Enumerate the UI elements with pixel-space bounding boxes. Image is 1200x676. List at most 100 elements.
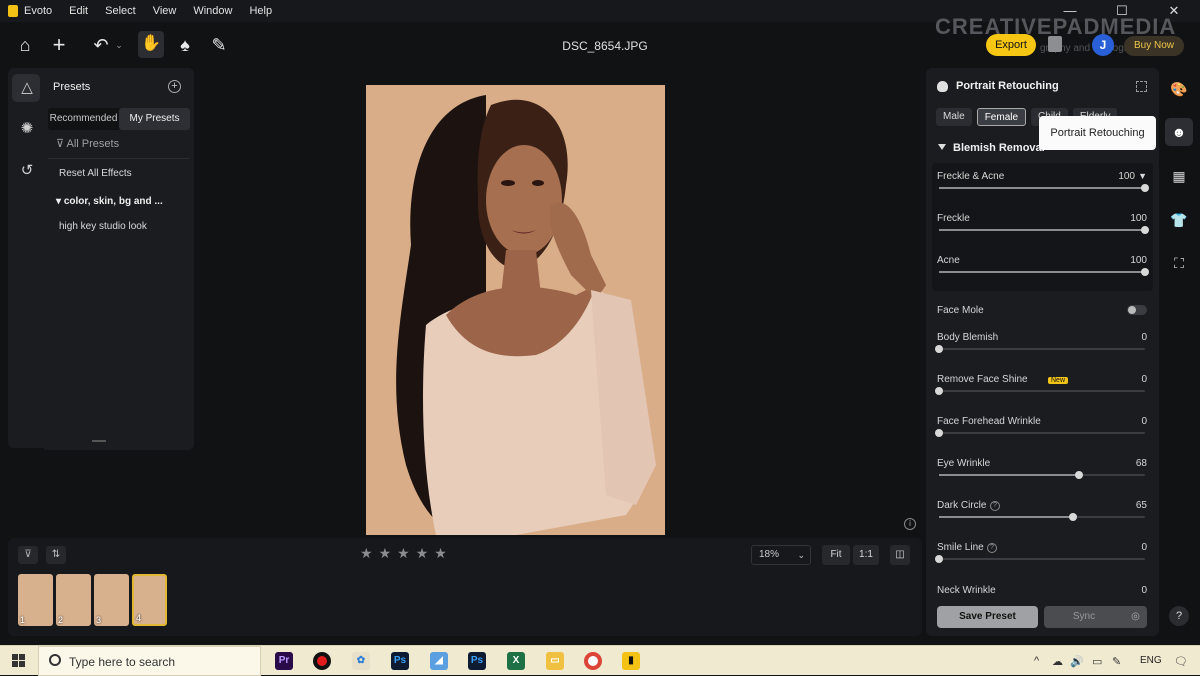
- star-icon[interactable]: ★: [416, 545, 429, 562]
- history-icon[interactable]: ↺: [18, 162, 36, 180]
- help-icon[interactable]: ?: [987, 543, 997, 553]
- windows-start-icon[interactable]: [12, 654, 26, 668]
- slider-knob[interactable]: [935, 429, 943, 437]
- slider-knob[interactable]: [935, 555, 943, 563]
- preset-item[interactable]: high key studio look: [59, 221, 147, 232]
- presets-icon[interactable]: △: [18, 79, 36, 97]
- taskbar-search[interactable]: Type here to search: [38, 646, 261, 676]
- slider-track[interactable]: [935, 555, 1145, 563]
- menu-select[interactable]: Select: [105, 5, 136, 17]
- tab-female[interactable]: Female: [976, 108, 1027, 126]
- sync-settings-icon[interactable]: ◎: [1124, 606, 1147, 628]
- all-presets-filter[interactable]: ⊽ All Presets: [56, 137, 119, 150]
- chevron-up-icon[interactable]: ^: [1034, 655, 1039, 667]
- evoto-icon[interactable]: ▮: [622, 652, 640, 670]
- crop-icon[interactable]: ⛶: [1170, 254, 1188, 272]
- palette-icon[interactable]: 🎨: [1170, 80, 1188, 98]
- caret-down-icon[interactable]: ▼: [1138, 171, 1147, 181]
- thumbnail[interactable]: 3: [94, 574, 129, 626]
- expand-icon[interactable]: [1136, 81, 1147, 92]
- pen-icon[interactable]: ✎: [1112, 655, 1121, 668]
- network-icon[interactable]: ☁: [1052, 655, 1063, 668]
- slider-track[interactable]: [935, 345, 1145, 353]
- premiere-icon[interactable]: Pr: [275, 652, 293, 670]
- star-rating[interactable]: ★ ★ ★ ★ ★: [360, 545, 447, 562]
- reset-all-effects[interactable]: Reset All Effects: [59, 168, 132, 179]
- help-icon[interactable]: ?: [1169, 606, 1189, 626]
- photoshop-icon[interactable]: Ps: [391, 652, 409, 670]
- slider-track[interactable]: [939, 513, 1145, 521]
- share-icon[interactable]: [1048, 36, 1062, 52]
- paint-icon[interactable]: ✿: [352, 652, 370, 670]
- fit-button[interactable]: Fit: [822, 545, 850, 565]
- slider-track[interactable]: [935, 429, 1145, 437]
- tab-recommended[interactable]: Recommended: [48, 108, 119, 130]
- slider-knob[interactable]: [935, 345, 943, 353]
- preset-group[interactable]: ▾ color, skin, bg and ...: [56, 196, 163, 207]
- zoom-select[interactable]: 18% ⌄: [751, 545, 811, 565]
- save-preset-button[interactable]: Save Preset: [937, 606, 1038, 628]
- bandage-tool-icon[interactable]: ✎: [208, 34, 230, 56]
- notification-icon[interactable]: 🗨: [1174, 655, 1188, 668]
- menu-window[interactable]: Window: [193, 5, 232, 17]
- slider-knob[interactable]: [935, 387, 943, 395]
- compare-icon[interactable]: ◫: [890, 545, 910, 565]
- tab-my-presets[interactable]: My Presets: [119, 108, 190, 130]
- home-icon[interactable]: ⌂: [14, 34, 36, 56]
- slider-knob[interactable]: [1141, 184, 1149, 192]
- menu-help[interactable]: Help: [249, 5, 272, 17]
- one-to-one-button[interactable]: 1:1: [853, 545, 879, 565]
- recorder-icon[interactable]: [313, 652, 331, 670]
- slider-track[interactable]: [935, 387, 1145, 395]
- hand-tool-button[interactable]: ✋: [138, 31, 164, 58]
- file-explorer-icon[interactable]: ▭: [546, 652, 564, 670]
- background-icon[interactable]: ▦: [1170, 167, 1188, 185]
- main-photo[interactable]: [366, 85, 665, 535]
- star-icon[interactable]: ★: [379, 545, 392, 562]
- resize-grip[interactable]: [92, 440, 106, 442]
- slider-knob[interactable]: [1141, 226, 1149, 234]
- brush-tool-icon[interactable]: ♠: [174, 34, 196, 56]
- avatar[interactable]: J: [1092, 34, 1114, 56]
- star-icon[interactable]: ★: [360, 545, 373, 562]
- adjustments-icon[interactable]: ✺: [18, 120, 36, 138]
- face-mole-toggle[interactable]: [1127, 305, 1147, 315]
- photoshop-2-icon[interactable]: Ps: [468, 652, 486, 670]
- buy-now-button[interactable]: Buy Now: [1124, 36, 1184, 56]
- thumbnail[interactable]: 1: [18, 574, 53, 626]
- star-icon[interactable]: ★: [434, 545, 447, 562]
- battery-icon[interactable]: ▭: [1092, 655, 1102, 668]
- export-button[interactable]: Export: [986, 34, 1036, 56]
- star-icon[interactable]: ★: [397, 545, 410, 562]
- photos-icon[interactable]: ◢: [430, 652, 448, 670]
- tab-male[interactable]: Male: [936, 108, 972, 126]
- undo-dropdown-icon[interactable]: ⌄: [108, 34, 130, 56]
- chrome-icon[interactable]: [584, 652, 602, 670]
- menu-edit[interactable]: Edit: [69, 5, 88, 17]
- sort-icon[interactable]: ⇅: [46, 546, 66, 564]
- slider-track[interactable]: [939, 471, 1145, 479]
- filter-icon[interactable]: ⊽: [18, 546, 38, 564]
- help-icon[interactable]: ?: [990, 501, 1000, 511]
- face-retouch-icon[interactable]: ☻: [1170, 123, 1188, 141]
- add-preset-icon[interactable]: +: [168, 80, 181, 93]
- excel-icon[interactable]: X: [507, 652, 525, 670]
- language-indicator[interactable]: ENG: [1140, 655, 1162, 666]
- menu-view[interactable]: View: [153, 5, 177, 17]
- section-title[interactable]: Blemish Removal: [953, 142, 1045, 154]
- sync-button[interactable]: Sync: [1044, 606, 1124, 628]
- slider-knob[interactable]: [1068, 513, 1077, 521]
- slider-track[interactable]: [939, 226, 1149, 234]
- thumbnail[interactable]: 2: [56, 574, 91, 626]
- clothing-icon[interactable]: 👕: [1170, 211, 1188, 229]
- slider-knob[interactable]: [1075, 471, 1084, 479]
- caret-down-icon[interactable]: [938, 144, 946, 150]
- slider-knob[interactable]: [1141, 268, 1149, 276]
- info-icon[interactable]: i: [904, 518, 916, 530]
- add-icon[interactable]: +: [48, 34, 70, 56]
- slider-track[interactable]: [939, 268, 1149, 276]
- slider-track[interactable]: [939, 184, 1149, 192]
- menu-app[interactable]: Evoto: [24, 5, 52, 17]
- thumbnail-selected[interactable]: 4: [132, 574, 167, 626]
- volume-icon[interactable]: 🔊: [1070, 655, 1084, 668]
